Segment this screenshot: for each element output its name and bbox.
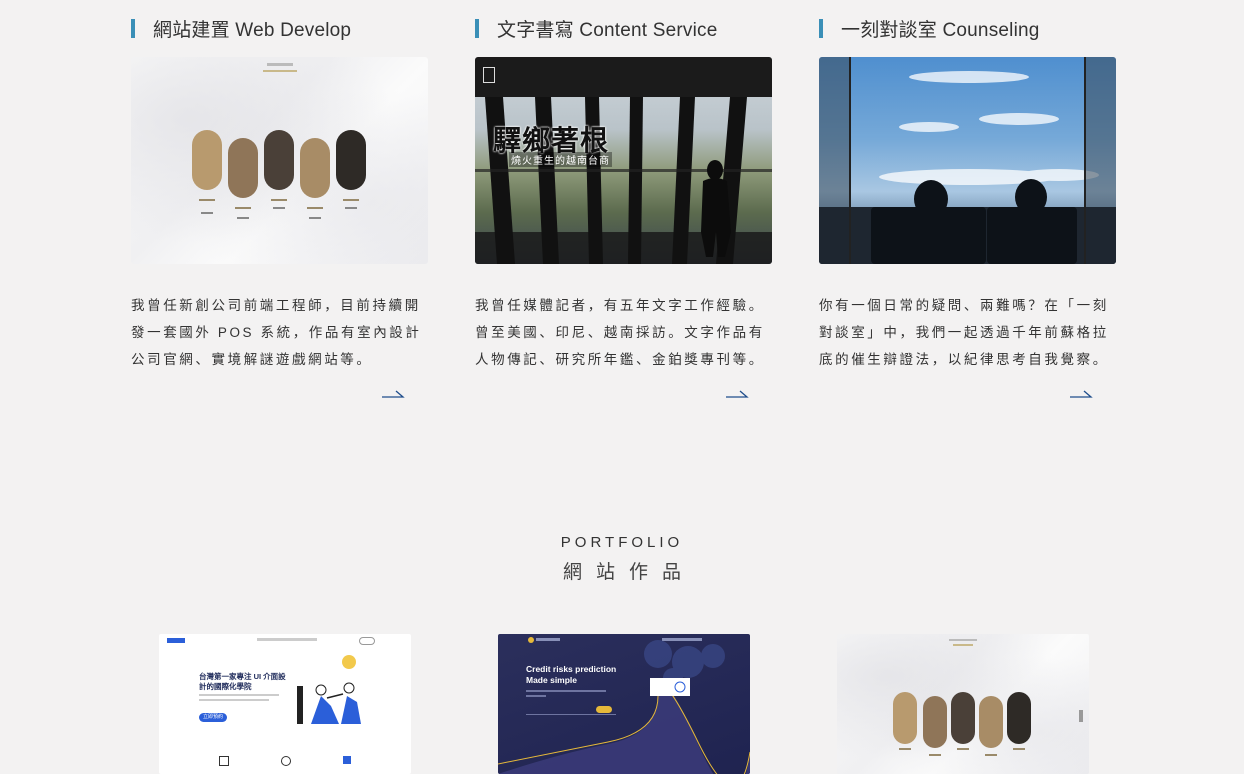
arrow-right-icon[interactable] <box>381 388 405 402</box>
portfolio-item-ui-academy[interactable]: 台灣第一家專注 UI 介面設計的國際化學院 立即預約 <box>159 634 411 774</box>
portfolio-title-zh: 網站作品 <box>562 562 695 583</box>
counseling-image[interactable] <box>819 57 1116 264</box>
accent-bar <box>819 18 823 38</box>
arrow-right-icon[interactable] <box>1069 388 1093 402</box>
music-icon <box>219 756 229 766</box>
content-service-image[interactable]: 驛鄉著根 燒火重生的越南台商 <box>475 57 772 264</box>
service-description: 你有一個日常的疑問、兩難嗎？在「一刻對談室」中，我們一起透過千年前蘇格拉底的催生… <box>819 298 1109 367</box>
portfolio-title-en: PORTFOLIO <box>560 534 684 551</box>
portfolio-item-interior-design[interactable] <box>837 634 1089 774</box>
window-view-photo <box>819 57 1116 264</box>
service-description: 我曾任媒體記者，有五年文字工作經驗。曾至美國、印尼、越南採訪。文字作品有人物傳記… <box>475 298 765 367</box>
web-develop-image[interactable] <box>131 57 428 264</box>
arch-gallery-illustration <box>192 63 366 219</box>
service-title: 網站建置 Web Develop <box>131 17 352 41</box>
location-icon <box>281 756 291 766</box>
service-title-text: 一刻對談室 Counseling <box>841 19 1040 41</box>
world-map-chart <box>498 640 750 774</box>
accent-bar <box>131 18 135 38</box>
text-line <box>199 699 269 701</box>
site-nav-button <box>359 637 375 645</box>
cta-button: 立即預約 <box>199 713 227 722</box>
service-title-text: 網站建置 Web Develop <box>153 19 352 41</box>
site-logo <box>167 638 185 643</box>
text-line <box>199 694 279 696</box>
arrow-right-icon[interactable] <box>725 388 749 402</box>
portfolio-headline: 台灣第一家專注 UI 介面設計的國際化學院 <box>199 672 286 691</box>
service-title: 文字書寫 Content Service <box>475 17 718 41</box>
card-icon <box>343 756 351 764</box>
service-title-text: 文字書寫 Content Service <box>497 19 718 41</box>
menu-icon <box>483 67 495 83</box>
overlay-subtitle: 燒火重生的越南台商 <box>509 152 612 167</box>
accent-bar <box>475 18 479 38</box>
site-nav <box>257 638 317 641</box>
portfolio-heading: PORTFOLIO 網站作品 <box>0 534 1244 584</box>
service-description: 我曾任新創公司前端工程師，目前持續開發一套國外 POS 系統，作品有室內設計公司… <box>131 298 422 367</box>
arch-gallery-illustration <box>893 639 1083 756</box>
teamwork-illustration <box>297 655 361 724</box>
portfolio-item-credit-risks[interactable]: Credit risks prediction Made simple <box>498 634 750 774</box>
service-title: 一刻對談室 Counseling <box>819 17 1040 41</box>
